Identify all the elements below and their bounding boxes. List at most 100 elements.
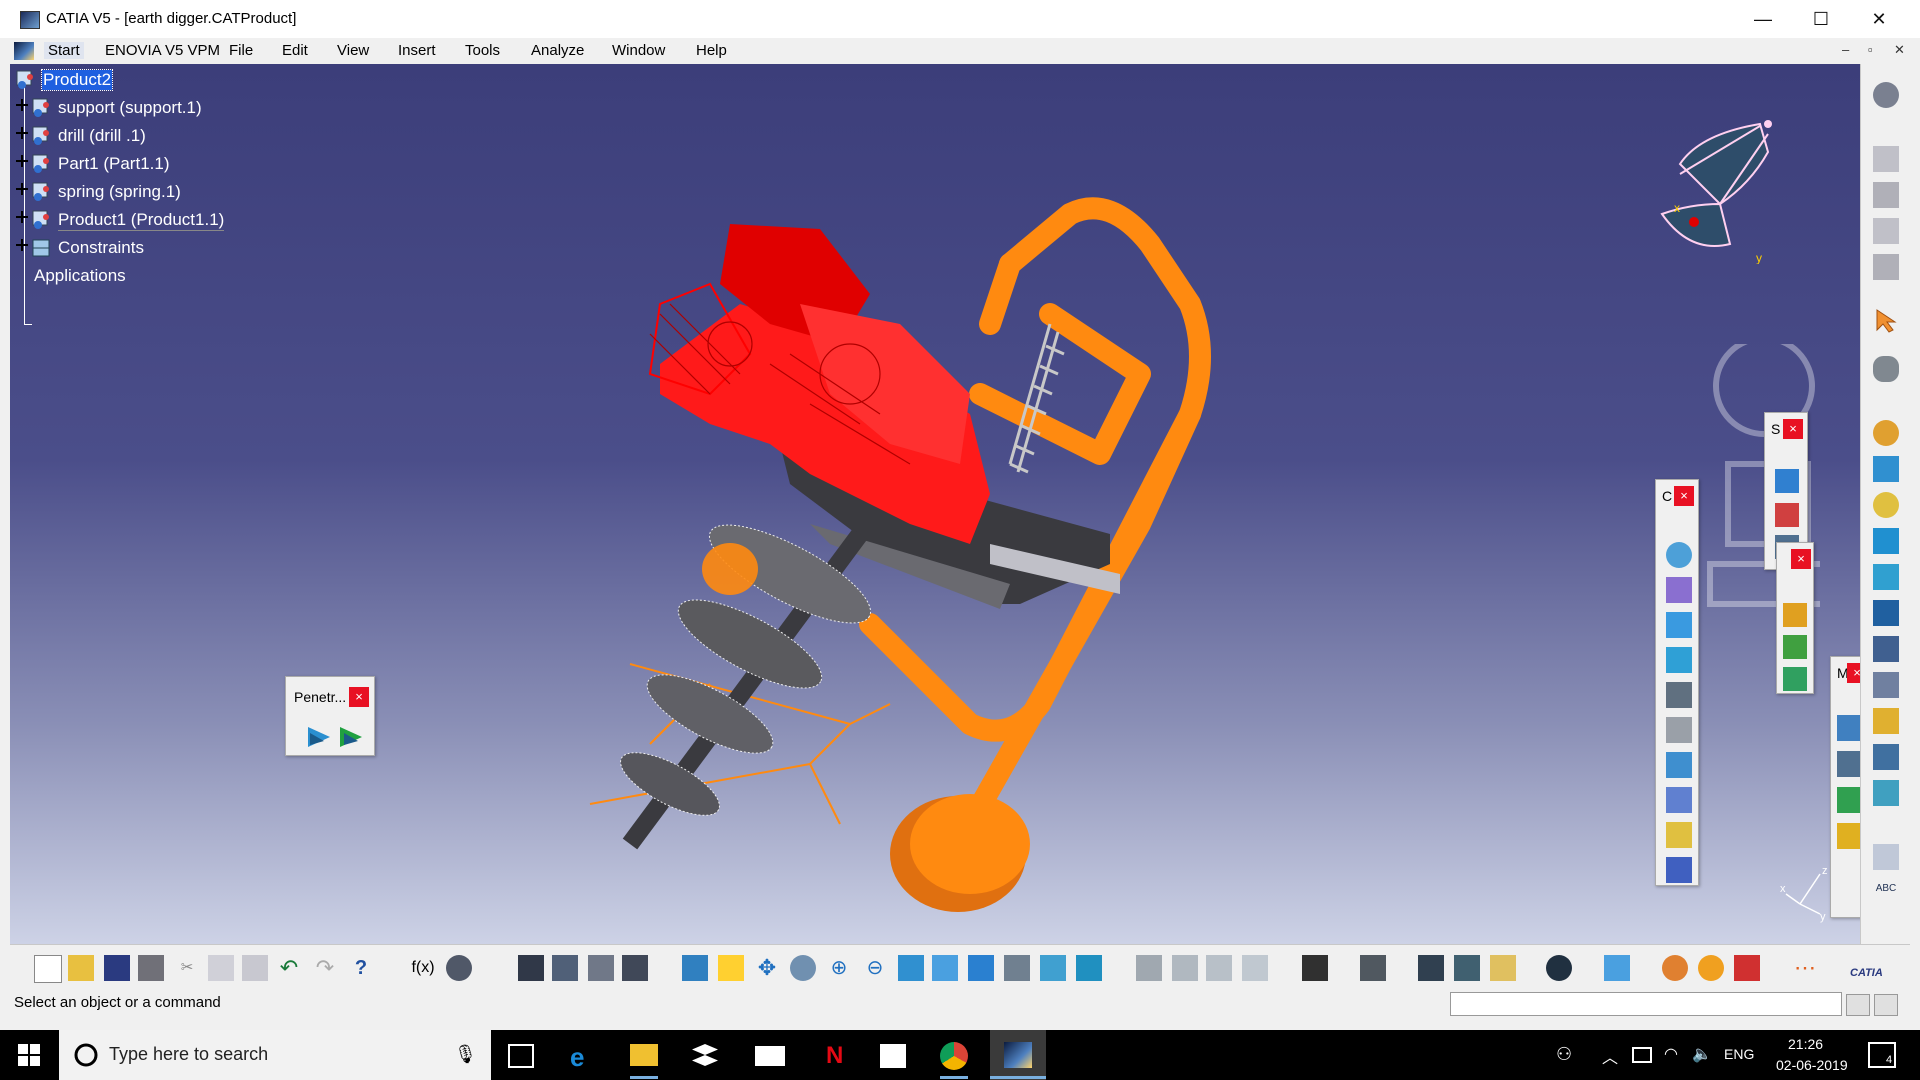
tree-node-label[interactable]: spring (spring.1)	[58, 182, 181, 202]
dimension-icon[interactable]	[1873, 844, 1899, 870]
tree-node-support[interactable]: support (support.1)	[14, 96, 202, 120]
fly-mode-icon[interactable]	[682, 955, 708, 981]
penetration-all-icon[interactable]	[338, 723, 364, 749]
annotation-icon[interactable]	[1873, 672, 1899, 698]
doc-minimize-button[interactable]: –	[1842, 42, 1849, 57]
expand-plus-icon[interactable]	[14, 125, 30, 147]
new-file-icon[interactable]	[34, 955, 62, 983]
catia-taskbar-button[interactable]	[990, 1030, 1046, 1080]
menu-window[interactable]: Window	[612, 42, 665, 59]
camera-icon[interactable]	[1302, 955, 1328, 981]
penetration-icon[interactable]	[306, 723, 332, 749]
view-icon[interactable]	[1873, 744, 1899, 770]
flexible-rigid-icon[interactable]	[1666, 787, 1692, 813]
shading-icon[interactable]	[1004, 955, 1030, 981]
tree-node-label[interactable]: Constraints	[58, 238, 144, 258]
knowledge-icon[interactable]	[446, 955, 472, 981]
spiral-icon[interactable]	[1546, 955, 1572, 981]
tree-node-label[interactable]: drill (drill .1)	[58, 126, 146, 146]
people-icon[interactable]: ⚇	[1556, 1044, 1572, 1065]
snap-icon[interactable]	[1837, 751, 1860, 777]
command-button[interactable]	[1846, 994, 1870, 1016]
close-button[interactable]: ×	[1674, 486, 1694, 506]
help-icon[interactable]: ?	[348, 955, 374, 981]
menu-enovia[interactable]: ENOVIA V5 VPM	[105, 42, 220, 59]
existing-component-icon[interactable]	[1873, 218, 1899, 244]
new-component-icon[interactable]	[1783, 603, 1807, 627]
close-button[interactable]: ×	[349, 687, 369, 707]
hole-feature-icon[interactable]	[1873, 492, 1899, 518]
stop-manipulate-icon[interactable]	[1837, 823, 1860, 849]
quick-constraint-icon[interactable]	[1666, 752, 1692, 778]
tree-node-label[interactable]: Part1 (Part1.1)	[58, 154, 170, 174]
print-icon[interactable]	[138, 955, 164, 981]
maximize-button[interactable]: ☐	[1792, 0, 1850, 38]
tree-node-product1[interactable]: Product1 (Product1.1)	[14, 208, 225, 232]
swap-icon[interactable]	[622, 955, 648, 981]
pointer-icon[interactable]	[1206, 955, 1232, 981]
menu-analyze[interactable]: Analyze	[531, 42, 584, 59]
angle-icon[interactable]	[1666, 647, 1692, 673]
command-options-button[interactable]	[1874, 994, 1898, 1016]
hide-show-icon[interactable]	[588, 955, 614, 981]
menu-start[interactable]: Start	[44, 42, 84, 59]
undo-icon[interactable]: ↶	[276, 955, 302, 981]
compass-widget[interactable]: x y	[1650, 104, 1790, 264]
cut-icon[interactable]: ✂	[174, 955, 200, 981]
menu-tools[interactable]: Tools	[465, 42, 500, 59]
menu-file[interactable]: File	[229, 42, 253, 59]
expand-plus-icon[interactable]	[14, 181, 30, 203]
select-arrow-icon[interactable]	[1873, 308, 1899, 334]
clock-time[interactable]: 21:26	[1788, 1036, 1823, 1052]
analysis-icon[interactable]	[1136, 955, 1162, 981]
store-icon[interactable]	[880, 1044, 906, 1068]
pan-icon[interactable]: ✥	[754, 955, 780, 981]
component-icon[interactable]	[1873, 182, 1899, 208]
menu-insert[interactable]: Insert	[398, 42, 436, 59]
tree-root-node[interactable]: Product2	[14, 68, 114, 92]
tree-expand-icon[interactable]	[552, 955, 578, 981]
table-icon[interactable]	[518, 955, 544, 981]
swap-visible-icon[interactable]	[1076, 955, 1102, 981]
paste-icon[interactable]	[242, 955, 268, 981]
tree-node-constraints[interactable]: Constraints	[14, 236, 144, 260]
contact-icon[interactable]	[1666, 577, 1692, 603]
minimize-button[interactable]: —	[1734, 0, 1792, 38]
assembly-feature-icon[interactable]	[1873, 456, 1899, 482]
zoom-in-icon[interactable]: ⊕	[826, 955, 852, 981]
task-view-icon[interactable]	[508, 1044, 534, 1068]
command-input[interactable]	[1450, 992, 1842, 1016]
hide-show-mode-icon[interactable]	[1040, 955, 1066, 981]
open-folder-icon[interactable]	[68, 955, 94, 981]
fix-together-icon[interactable]	[1666, 717, 1692, 743]
tree-root-label[interactable]: Product2	[40, 69, 114, 91]
abc-text-icon[interactable]: ABC	[1873, 876, 1899, 902]
explode-icon[interactable]	[1837, 787, 1860, 813]
save-icon[interactable]	[104, 955, 130, 981]
earth-digger-model[interactable]	[10, 64, 1860, 944]
dropbox-icon[interactable]	[692, 1044, 718, 1066]
expand-plus-icon[interactable]	[14, 237, 30, 259]
new-product-icon[interactable]	[1783, 635, 1807, 659]
3d-viewport[interactable]: Product2 support (support.1) drill (dril…	[10, 64, 1860, 944]
manipulation-icon[interactable]	[1837, 715, 1860, 741]
surface-icon[interactable]	[1604, 955, 1630, 981]
expand-plus-icon[interactable]	[14, 97, 30, 119]
rotate-icon[interactable]	[790, 955, 816, 981]
cog-yellow-icon[interactable]	[1873, 420, 1899, 446]
edge-browser-icon[interactable]: e	[570, 1042, 584, 1073]
replace-component-icon[interactable]	[1873, 254, 1899, 280]
tree-node-label[interactable]: support (support.1)	[58, 98, 202, 118]
catia-logo-icon[interactable]	[14, 42, 34, 60]
gear-icon[interactable]	[1873, 82, 1899, 108]
redo-icon[interactable]: ↷	[312, 955, 338, 981]
doc-restore-button[interactable]: ▫	[1868, 42, 1873, 57]
mail-icon[interactable]	[755, 1046, 785, 1066]
product-structure-panel[interactable]: ×	[1776, 542, 1814, 694]
zoom-out-icon[interactable]: ⊖	[862, 955, 888, 981]
pocket-feature-icon[interactable]	[1873, 564, 1899, 590]
change-constraint-icon[interactable]	[1666, 822, 1692, 848]
volume-icon[interactable]: 🔈	[1692, 1044, 1712, 1064]
close-button[interactable]: ×	[1791, 549, 1811, 569]
chrome-icon[interactable]	[940, 1042, 968, 1070]
